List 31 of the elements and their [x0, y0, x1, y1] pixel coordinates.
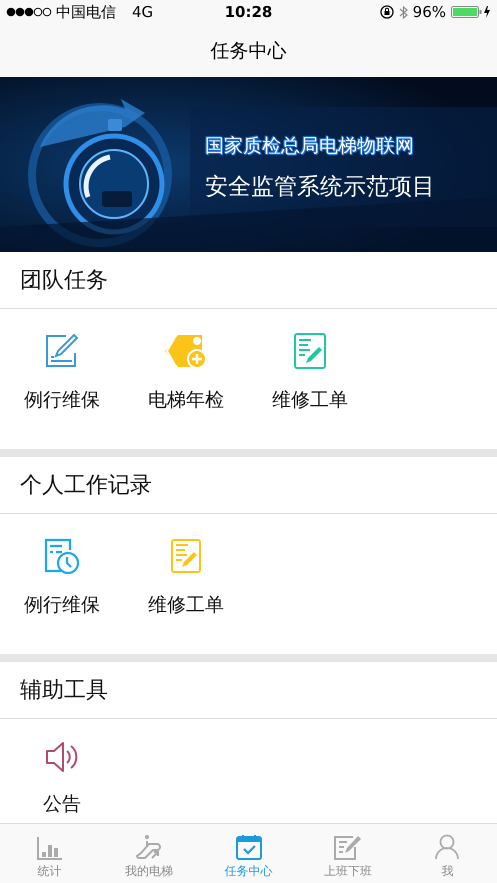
document-edit-icon	[171, 539, 201, 574]
network-type: 4G	[132, 3, 154, 22]
escalator-icon	[135, 834, 164, 860]
task-shortcut[interactable]: 公告	[0, 737, 124, 824]
bar-chart-icon	[36, 836, 63, 860]
section-title: 辅助工具	[20, 677, 108, 706]
edit-icon	[44, 333, 80, 370]
battery-percent: 96%	[412, 3, 446, 22]
calendar-check-icon	[236, 834, 262, 860]
section-title: 团队任务	[20, 267, 108, 296]
document-edit-icon	[334, 834, 362, 860]
battery-icon	[451, 5, 492, 20]
page-title: 任务中心	[210, 38, 286, 64]
clock-time: 10:28	[224, 3, 272, 22]
task-shortcut[interactable]: 维修工单	[124, 536, 248, 654]
banner-subtitle: 安全监管系统示范项目	[205, 172, 435, 202]
signal-icon	[6, 7, 52, 18]
speaker-icon	[45, 741, 79, 774]
banner-headline: 国家质检总局电梯物联网	[205, 134, 415, 159]
section-title: 个人工作记录	[20, 472, 152, 500]
task-shortcut[interactable]: 例行维保	[0, 536, 124, 654]
user-icon	[434, 834, 460, 860]
lock-rotation-icon	[380, 5, 394, 20]
task-shortcut[interactable]: 例行维保	[0, 331, 124, 450]
task-shortcut[interactable]: 电梯年检	[124, 331, 248, 450]
carrier-name: 中国电信	[56, 2, 116, 22]
document-clock-icon	[44, 538, 80, 574]
document-edit-icon	[294, 333, 326, 370]
bluetooth-icon	[398, 4, 408, 20]
tag-add-icon	[164, 333, 208, 370]
task-shortcut[interactable]: 维修工单	[248, 331, 372, 450]
